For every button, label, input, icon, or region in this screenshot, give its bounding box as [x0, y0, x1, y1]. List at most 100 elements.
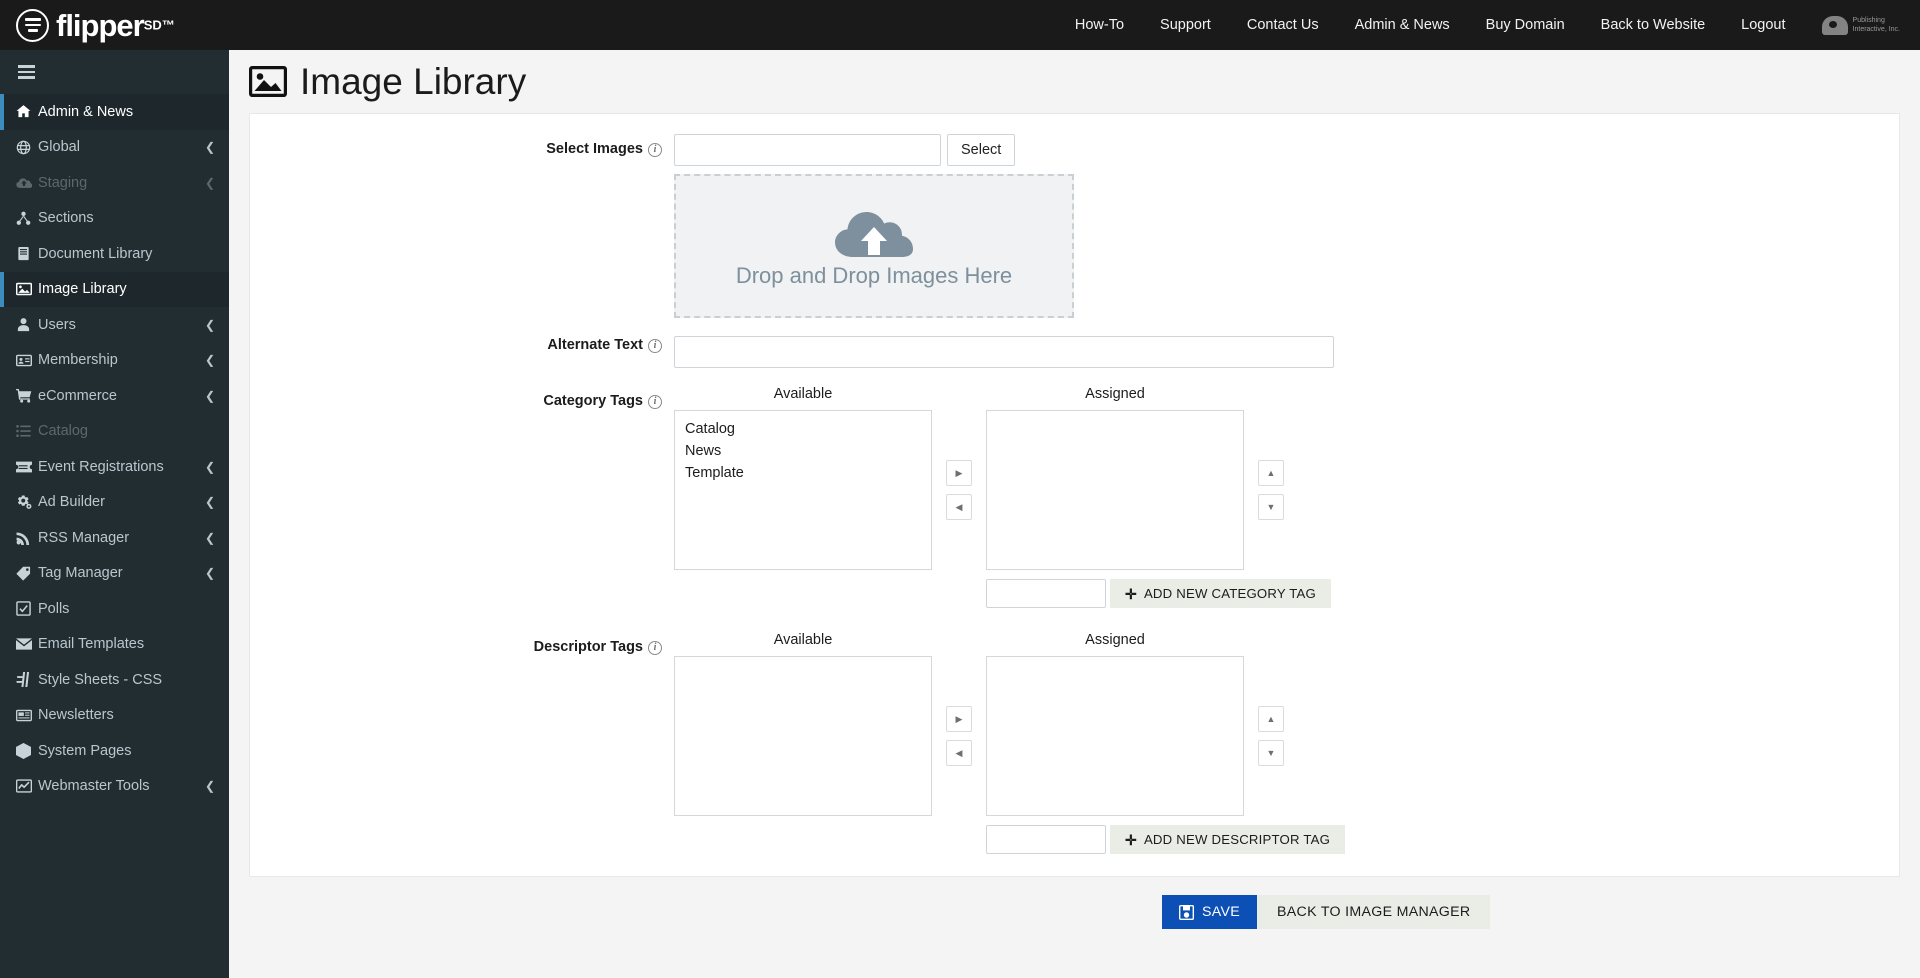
new-category-tag-input[interactable]	[986, 579, 1106, 608]
category-move-left-button[interactable]: ◀	[946, 494, 972, 520]
chevron-left-icon: ❮	[204, 459, 215, 474]
main-content: Image Library Select Images i Select Dro…	[229, 50, 1920, 978]
plus-icon: ✛	[1125, 585, 1137, 602]
descriptor-move-down-button[interactable]: ▼	[1258, 740, 1284, 766]
chevron-left-icon: ❮	[204, 388, 215, 403]
sidebar-item-label: Document Library	[38, 245, 153, 262]
sidebar-item-email-templates[interactable]: Email Templates	[0, 627, 229, 663]
sidebar-item-webmaster-tools[interactable]: Webmaster Tools ❮	[0, 769, 229, 805]
hamburger-menu-icon[interactable]	[0, 50, 229, 94]
sidebar-item-label: Users	[38, 316, 76, 333]
alternate-text-input[interactable]	[674, 336, 1334, 368]
add-new-descriptor-tag-button[interactable]: ✛ ADD NEW DESCRIPTOR TAG	[1110, 825, 1346, 854]
descriptor-tags-dual-list: Available ▶ ◀ Assigned ▲ ▼	[674, 632, 1899, 816]
sidebar-item-polls[interactable]: Polls	[0, 591, 229, 627]
descriptor-available-list[interactable]	[674, 656, 932, 816]
sidebar-item-label: Newsletters	[38, 707, 114, 724]
topnav-item-logout[interactable]: Logout	[1723, 0, 1803, 50]
back-to-image-manager-button[interactable]: BACK TO IMAGE MANAGER	[1257, 895, 1491, 929]
descriptor-order-buttons: ▲ ▼	[1244, 656, 1284, 816]
field-row-descriptor-tags: Descriptor Tagsi Available ▶ ◀ Assigned	[250, 632, 1899, 854]
category-tags-info-icon[interactable]: i	[648, 395, 662, 409]
category-assigned-list[interactable]	[986, 410, 1244, 570]
sidebar-item-admin-news[interactable]: Admin & News	[0, 94, 229, 130]
select-images-button[interactable]: Select	[947, 134, 1016, 166]
add-new-category-tag-button[interactable]: ✛ ADD NEW CATEGORY TAG	[1110, 579, 1331, 608]
category-move-up-button[interactable]: ▲	[1258, 460, 1284, 486]
sidebar-item-document-library[interactable]: Document Library	[0, 236, 229, 272]
category-available-option[interactable]: News	[675, 440, 931, 462]
sidebar-item-image-library[interactable]: Image Library	[0, 271, 229, 307]
sidebar-item-membership[interactable]: Membership ❮	[0, 343, 229, 379]
form-actions: SAVE BACK TO IMAGE MANAGER	[229, 895, 1920, 929]
list-icon	[16, 424, 38, 438]
cloud-upload-icon	[16, 175, 38, 190]
sidebar-item-ad-builder[interactable]: Ad Builder ❮	[0, 485, 229, 521]
select-images-info-icon[interactable]: i	[648, 143, 662, 157]
descriptor-transfer-buttons: ▶ ◀	[932, 656, 986, 816]
alternate-text-info-icon[interactable]: i	[648, 339, 662, 353]
category-available-list[interactable]: Catalog News Template	[674, 410, 932, 570]
descriptor-add-tag-row: ✛ ADD NEW DESCRIPTOR TAG	[674, 825, 1899, 854]
sidebar-item-style-sheets-css[interactable]: Style Sheets - CSS	[0, 662, 229, 698]
descriptor-tags-label: Descriptor Tags i	[250, 632, 674, 655]
sidebar-item-label: Polls	[38, 600, 70, 617]
topnav-item-admin-news[interactable]: Admin & News	[1337, 0, 1468, 50]
sidebar-item-event-registrations[interactable]: Event Registrations ❮	[0, 449, 229, 485]
category-move-right-button[interactable]: ▶	[946, 460, 972, 486]
sidebar-item-label: Event Registrations	[38, 458, 164, 475]
image-dropzone[interactable]: Drop and Drop Images Here	[674, 174, 1074, 318]
newspaper-icon	[16, 709, 38, 722]
category-order-buttons: ▲ ▼	[1244, 410, 1284, 570]
category-available-option[interactable]: Catalog	[675, 418, 931, 440]
category-available-option[interactable]: Template	[675, 462, 931, 484]
book-icon	[16, 246, 38, 261]
descriptor-tags-info-icon[interactable]: i	[648, 641, 662, 655]
corporate-logo-line2: Interactive, Inc.	[1852, 26, 1900, 33]
chevron-left-icon: ❮	[204, 353, 215, 368]
topnav-item-contact-us[interactable]: Contact Us	[1229, 0, 1337, 50]
sidebar-item-catalog[interactable]: Catalog	[0, 414, 229, 450]
sidebar-item-label: Email Templates	[38, 636, 145, 653]
descriptor-assigned-list[interactable]	[986, 656, 1244, 816]
sidebar-item-global[interactable]: Global ❮	[0, 130, 229, 166]
page-header: Image Library	[229, 50, 1920, 113]
category-add-tag-row: ✛ ADD NEW CATEGORY TAG	[674, 579, 1899, 608]
brand-logo[interactable]: flipperSD™	[0, 0, 229, 50]
cloud-upload-icon	[833, 203, 915, 261]
sidebar-item-label: RSS Manager	[38, 529, 130, 546]
new-descriptor-tag-input[interactable]	[986, 825, 1106, 854]
descriptor-move-left-button[interactable]: ◀	[946, 740, 972, 766]
sidebar-item-tag-manager[interactable]: Tag Manager ❮	[0, 556, 229, 592]
sidebar-item-rss-manager[interactable]: RSS Manager ❮	[0, 520, 229, 556]
descriptor-move-right-button[interactable]: ▶	[946, 706, 972, 732]
globe-icon	[16, 140, 38, 155]
alternate-text-label: Alternate Text i	[250, 330, 674, 353]
sidebar-item-staging[interactable]: Staging ❮	[0, 165, 229, 201]
descriptor-move-up-button[interactable]: ▲	[1258, 706, 1284, 732]
topnav-item-how-to[interactable]: How-To	[1057, 0, 1142, 50]
sidebar-item-users[interactable]: Users ❮	[0, 307, 229, 343]
rss-icon	[16, 530, 38, 546]
brand-superscript: SD™	[143, 17, 175, 33]
select-images-input[interactable]	[674, 134, 941, 166]
sidebar-item-ecommerce[interactable]: eCommerce ❮	[0, 378, 229, 414]
topnav-item-buy-domain[interactable]: Buy Domain	[1468, 0, 1583, 50]
corporate-e-icon	[1821, 15, 1848, 35]
brand-name: flipper	[56, 7, 145, 43]
image-library-form-panel: Select Images i Select Drop and Drop Imag…	[249, 113, 1900, 877]
flipper-circle-icon	[16, 8, 49, 42]
add-new-descriptor-tag-label: ADD NEW DESCRIPTOR TAG	[1143, 832, 1331, 847]
sidebar-item-newsletters[interactable]: Newsletters	[0, 698, 229, 734]
chevron-left-icon: ❮	[204, 317, 215, 332]
chevron-left-icon: ❮	[204, 779, 215, 794]
topnav-item-back-to-website[interactable]: Back to Website	[1583, 0, 1724, 50]
category-move-down-button[interactable]: ▼	[1258, 494, 1284, 520]
descriptor-available-header: Available	[773, 632, 833, 648]
sidebar-item-system-pages[interactable]: System Pages	[0, 733, 229, 769]
tag-icon	[16, 566, 38, 581]
image-icon	[16, 282, 38, 296]
topnav-item-support[interactable]: Support	[1142, 0, 1229, 50]
sidebar-item-sections[interactable]: Sections	[0, 201, 229, 237]
save-button[interactable]: SAVE	[1162, 895, 1257, 929]
